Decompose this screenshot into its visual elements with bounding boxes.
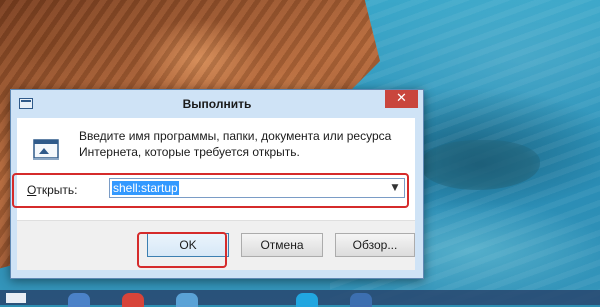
- dialog-body: Введите имя программы, папки, документа …: [17, 118, 415, 270]
- taskbar: [0, 290, 600, 307]
- dialog-title: Выполнить: [182, 97, 252, 111]
- open-input-value[interactable]: shell:startup: [112, 181, 179, 195]
- prompt-line-1: Введите имя программы, папки, документа …: [79, 129, 392, 143]
- windows-icon[interactable]: [6, 293, 26, 303]
- prompt-line-2: Интернета, которые требуется открыть.: [79, 145, 300, 159]
- open-label-text: ткрыть:: [36, 183, 78, 197]
- prompt-text: Введите имя программы, папки, документа …: [79, 128, 409, 160]
- run-dialog: Выполнить ✕ Введите имя программы, папки…: [10, 89, 424, 279]
- button-bar: OK Отмена Обзор...: [17, 220, 415, 270]
- chevron-down-icon[interactable]: ▼: [388, 180, 402, 196]
- run-program-icon: [33, 139, 59, 160]
- browse-button[interactable]: Обзор...: [335, 233, 415, 257]
- cancel-button[interactable]: Отмена: [241, 233, 323, 257]
- ok-button[interactable]: OK: [147, 233, 229, 257]
- close-button[interactable]: ✕: [385, 90, 418, 108]
- title-bar[interactable]: Выполнить ✕: [11, 90, 423, 118]
- open-combobox[interactable]: shell:startup ▼: [109, 178, 405, 198]
- open-label: Открыть:: [27, 183, 77, 197]
- open-label-accelerator: О: [27, 183, 37, 197]
